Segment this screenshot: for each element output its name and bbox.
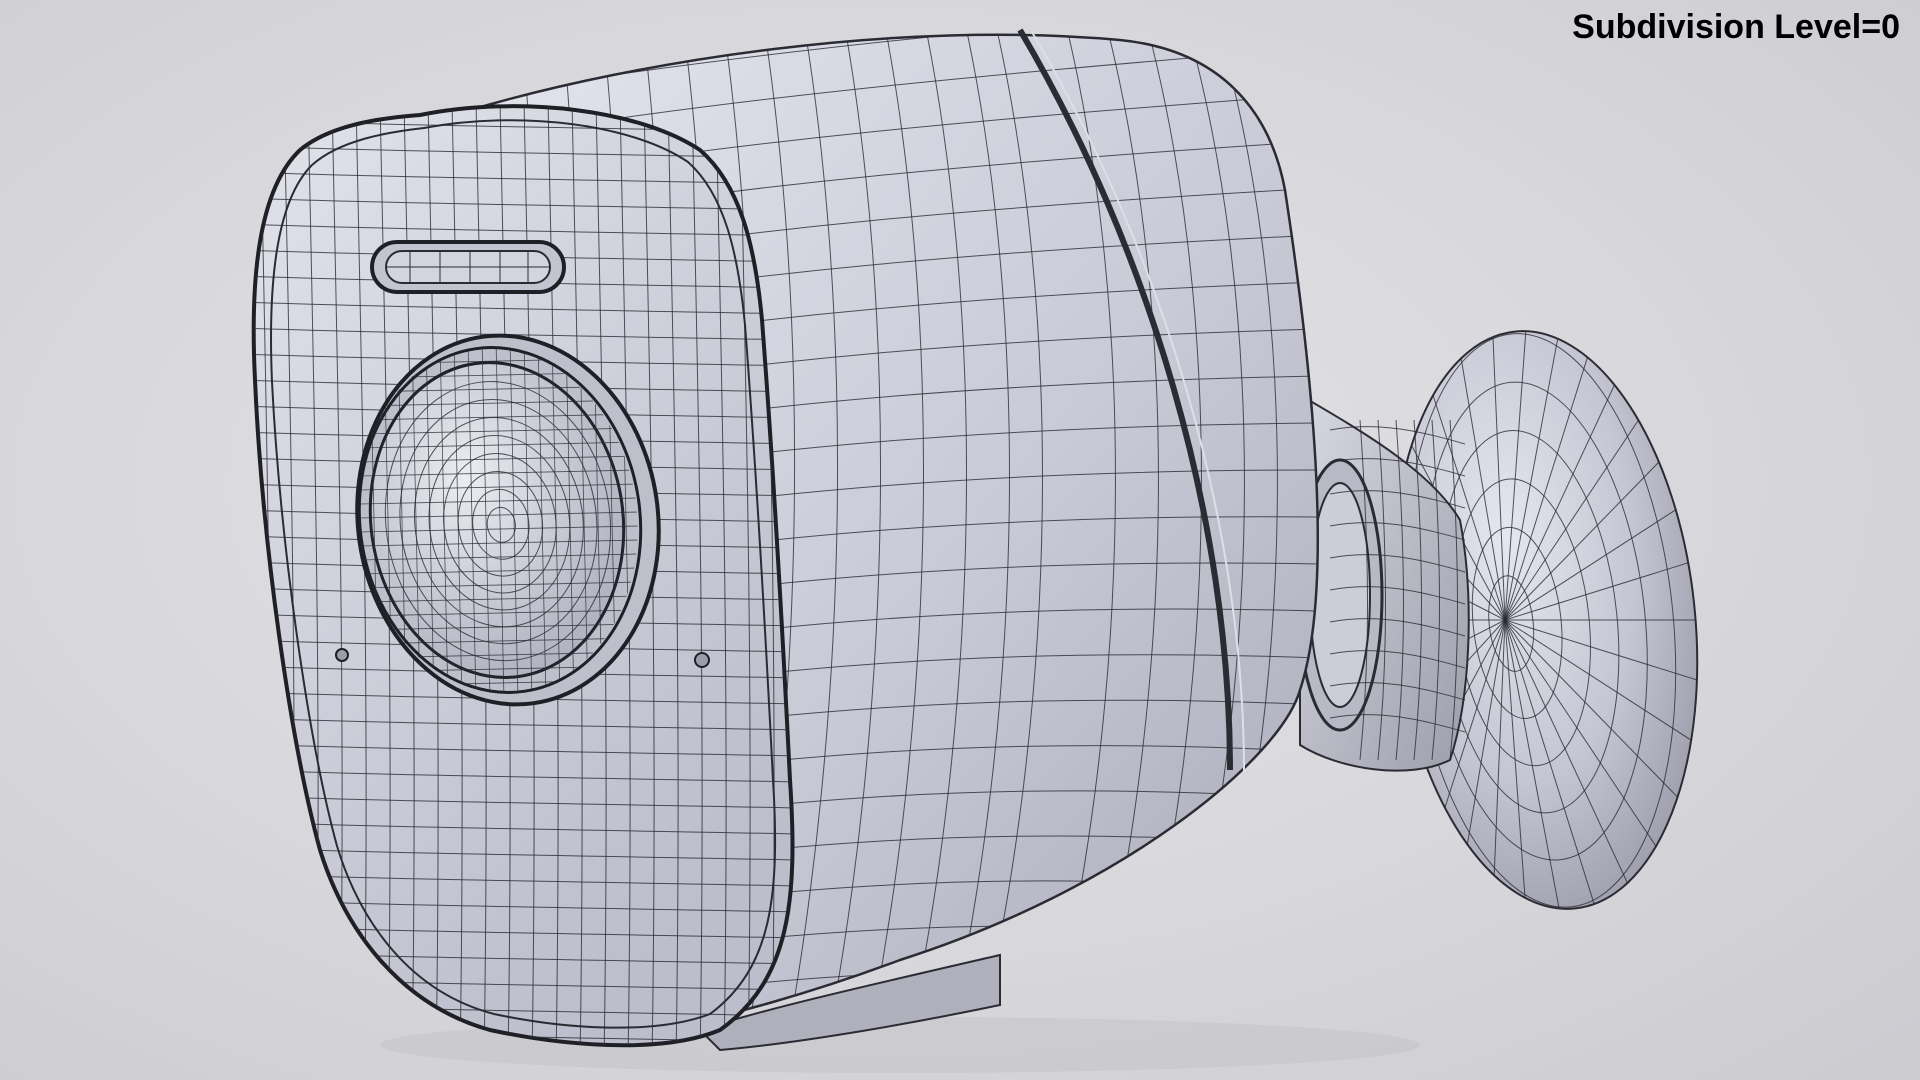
wireframe-render [251, 28, 1715, 1073]
sensor-slot [370, 240, 566, 294]
subdivision-level-label: Subdivision Level=0 [1572, 8, 1900, 46]
render-viewport: Subdivision Level=0 [0, 0, 1920, 1080]
